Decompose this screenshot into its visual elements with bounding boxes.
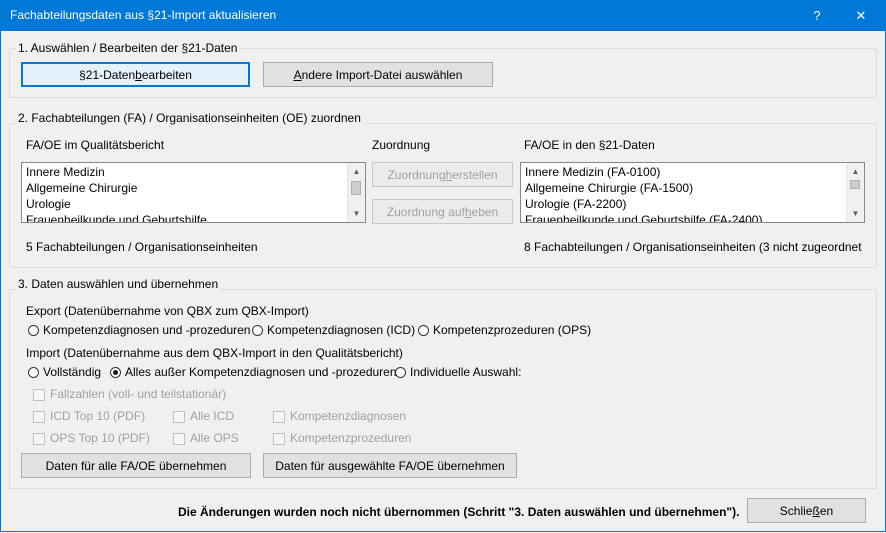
export-option-ops-radio[interactable] bbox=[418, 325, 429, 336]
fallzahlen-label: Fallzahlen (voll- und teilstationär) bbox=[50, 387, 227, 401]
status-message: Die Änderungen wurden noch nicht übernom… bbox=[178, 505, 740, 519]
kompetenzprozeduren-label: Kompetenzprozeduren bbox=[290, 431, 412, 445]
edit-21-data-button[interactable]: §21-Daten b earbeiten bbox=[21, 62, 250, 87]
section2-label: 2. Fachabteilungen (FA) / Organisationse… bbox=[16, 111, 363, 125]
help-button[interactable]: ? bbox=[797, 0, 837, 31]
scroll-down-icon[interactable]: ▼ bbox=[348, 205, 365, 222]
assign-label-b: h bbox=[445, 167, 453, 182]
close-window-button[interactable]: ✕ bbox=[841, 0, 881, 31]
list-item[interactable]: Allgemeine Chirurgie (FA-1500) bbox=[525, 180, 693, 196]
other-file-label-c: ndere Import-Datei auswählen bbox=[301, 67, 463, 82]
title-bar: Fachabteilungsdaten aus §21-Import aktua… bbox=[0, 0, 886, 31]
right-list-scrollbar[interactable]: ▲ ▼ bbox=[846, 163, 864, 222]
scroll-thumb[interactable] bbox=[351, 181, 361, 195]
import-option-individual-radio[interactable] bbox=[395, 367, 406, 378]
section3-label: 3. Daten auswählen und übernehmen bbox=[16, 277, 221, 291]
scroll-thumb[interactable] bbox=[850, 180, 860, 189]
export-label: Export (Datenübernahme von QBX zum QBX-I… bbox=[26, 304, 309, 318]
icd-top10-checkbox[interactable] bbox=[33, 411, 45, 423]
right-list-header: FA/OE in den §21-Daten bbox=[524, 138, 655, 152]
edit-21-data-label-c: earbeiten bbox=[141, 67, 192, 82]
assign-label-a: Zuordnung bbox=[387, 167, 446, 182]
list-item[interactable]: Urologie (FA-2200) bbox=[525, 196, 626, 212]
scroll-up-icon[interactable]: ▲ bbox=[348, 163, 365, 180]
export-option-all-label[interactable]: Kompetenzdiagnosen und -prozeduren bbox=[43, 323, 250, 337]
import-option-except-label[interactable]: Alles außer Kompetenzdiagnosen und -proz… bbox=[125, 365, 397, 379]
export-option-ops-label[interactable]: Kompetenzprozeduren (OPS) bbox=[433, 323, 591, 337]
window-title: Fachabteilungsdaten aus §21-Import aktua… bbox=[10, 8, 277, 22]
unassign-label-b: h bbox=[464, 204, 472, 219]
scroll-down-icon[interactable]: ▼ bbox=[847, 205, 864, 222]
alle-ops-checkbox[interactable] bbox=[173, 433, 185, 445]
create-assignment-button[interactable]: Zuordnung h erstellen bbox=[372, 162, 513, 187]
remove-assignment-button[interactable]: Zuordnung auf h eben bbox=[372, 199, 513, 224]
list-item[interactable]: Frauenheilkunde und Geburtshilfe bbox=[26, 212, 207, 222]
kompetenzprozeduren-checkbox[interactable] bbox=[273, 433, 285, 445]
assign-label-c: erstellen bbox=[452, 167, 498, 182]
ops-top10-checkbox[interactable] bbox=[33, 433, 45, 445]
left-list-scrollbar[interactable]: ▲ ▼ bbox=[347, 163, 365, 222]
export-option-icd-radio[interactable] bbox=[252, 325, 263, 336]
assignment-header: Zuordnung bbox=[372, 138, 431, 152]
unassign-label-a: Zuordnung auf bbox=[386, 204, 465, 219]
list-item[interactable]: Allgemeine Chirurgie bbox=[26, 180, 137, 196]
import-option-full-label[interactable]: Vollständig bbox=[43, 365, 101, 379]
apply-selected-departments-button[interactable]: Daten für ausgewählte FA/OE übernehmen bbox=[263, 453, 517, 478]
close-label-a: Schlie bbox=[779, 503, 813, 518]
right-count-label-wrapper: 8 Fachabteilungen / Organisationseinheit… bbox=[524, 240, 862, 254]
import-option-individual-label[interactable]: Individuelle Auswahl: bbox=[410, 365, 521, 379]
left-list-header: FA/OE im Qualitätsbericht bbox=[26, 138, 165, 152]
right-count-label: 8 Fachabteilungen / Organisationseinheit… bbox=[524, 240, 862, 254]
alle-ops-label: Alle OPS bbox=[190, 431, 239, 445]
section21-departments-list[interactable]: Innere Medizin (FA-0100) Allgemeine Chir… bbox=[520, 162, 865, 223]
list-item[interactable]: Innere Medizin (FA-0100) bbox=[525, 164, 660, 180]
icd-top10-label: ICD Top 10 (PDF) bbox=[50, 409, 146, 423]
import-option-full-radio[interactable] bbox=[28, 367, 39, 378]
import-option-except-radio[interactable] bbox=[110, 367, 121, 378]
kompetenzdiagnosen-checkbox[interactable] bbox=[273, 411, 285, 423]
other-file-label-b: A bbox=[293, 67, 302, 82]
edit-21-data-label-b: b bbox=[135, 67, 142, 82]
unassign-label-c: eben bbox=[471, 204, 499, 219]
apply-all-departments-button[interactable]: Daten für alle FA/OE übernehmen bbox=[21, 453, 251, 478]
section1-label: 1. Auswählen / Bearbeiten der §21-Daten bbox=[16, 41, 240, 55]
close-label-b: ß bbox=[812, 503, 820, 518]
fallzahlen-checkbox[interactable] bbox=[33, 389, 45, 401]
list-item[interactable]: Urologie bbox=[26, 196, 71, 212]
import-label: Import (Datenübernahme aus dem QBX-Impor… bbox=[26, 346, 403, 360]
close-button[interactable]: Schlie ß en bbox=[747, 498, 866, 523]
quality-report-departments-list[interactable]: Innere Medizin Allgemeine Chirurgie Urol… bbox=[21, 162, 366, 223]
alle-icd-label: Alle ICD bbox=[190, 409, 235, 423]
list-item[interactable]: Innere Medizin bbox=[26, 164, 105, 180]
ops-top10-label: OPS Top 10 (PDF) bbox=[50, 431, 150, 445]
list-item[interactable]: Frauenheilkunde und Geburtshilfe (FA-240… bbox=[525, 212, 762, 222]
scroll-up-icon[interactable]: ▲ bbox=[847, 163, 864, 180]
select-other-import-file-button[interactable]: Andere Import-Datei auswählen bbox=[263, 62, 493, 87]
export-option-all-radio[interactable] bbox=[28, 325, 39, 336]
export-option-icd-label[interactable]: Kompetenzdiagnosen (ICD) bbox=[267, 323, 415, 337]
close-label-c: en bbox=[819, 503, 834, 518]
left-count-label: 5 Fachabteilungen / Organisationseinheit… bbox=[26, 240, 258, 254]
edit-21-data-label-a: §21-Daten bbox=[79, 67, 136, 82]
alle-icd-checkbox[interactable] bbox=[173, 411, 185, 423]
kompetenzdiagnosen-label: Kompetenzdiagnosen bbox=[290, 409, 407, 423]
